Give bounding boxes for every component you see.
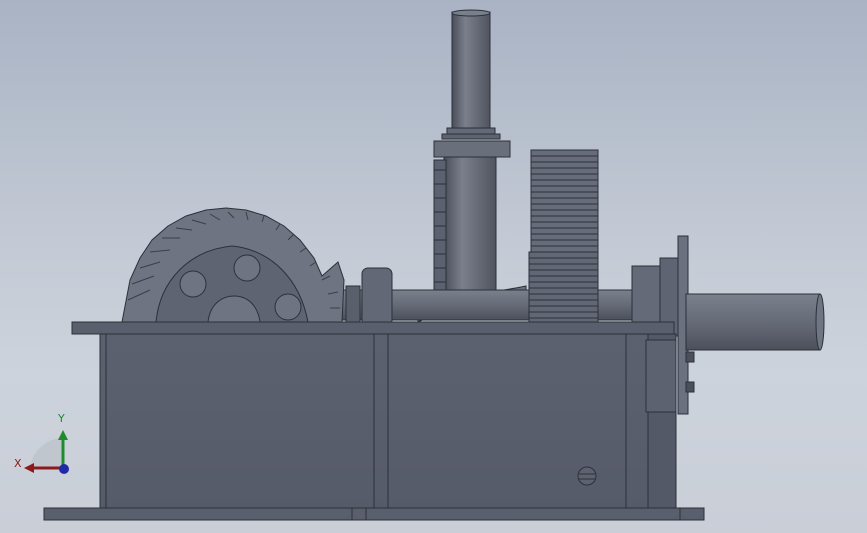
gearbox-housing-icon [43,321,705,521]
spur-gear-icon[interactable] [528,149,599,325]
horizontal-shaft[interactable] [339,267,671,327]
cad-viewport[interactable] [0,0,867,533]
drain-plug-icon [577,466,597,486]
coordinate-triad-icon[interactable]: Y X [12,410,82,480]
y-axis-label: Y [58,412,65,425]
bevel-gear-icon[interactable] [121,207,345,323]
x-axis-label: X [14,457,22,470]
